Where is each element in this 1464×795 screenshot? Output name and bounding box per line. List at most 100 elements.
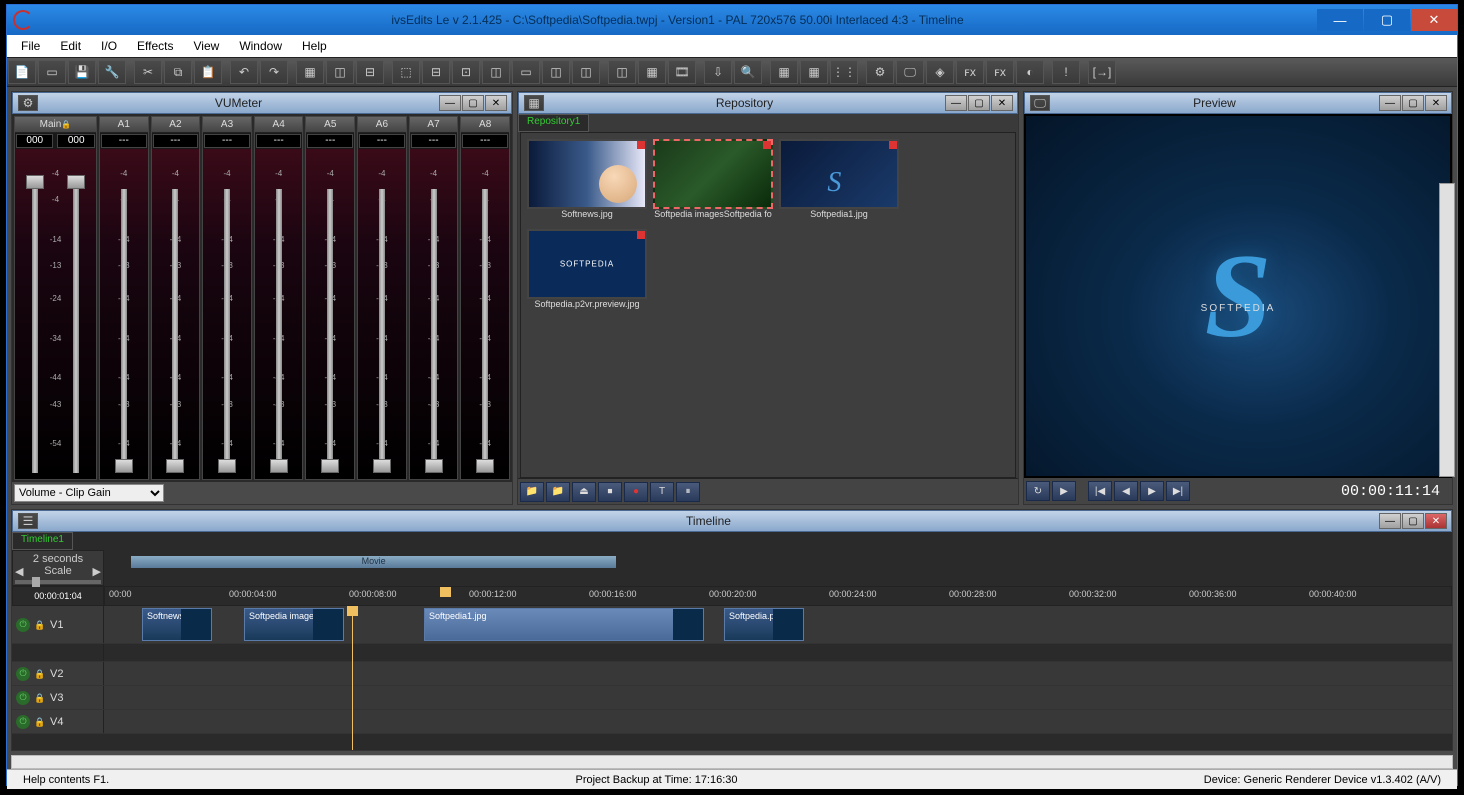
tool-icon[interactable]: ⊟ xyxy=(422,60,450,84)
vu-channel[interactable]: A3----4-4-14-13-24-34-44-43-54 xyxy=(202,116,252,480)
menu-file[interactable]: File xyxy=(11,37,50,55)
tool-icon[interactable]: ◫ xyxy=(542,60,570,84)
timeline-scale-control[interactable]: 2 seconds ◀Scale▶ xyxy=(12,550,104,586)
vu-channel[interactable]: A1----4-4-14-13-24-34-44-43-54 xyxy=(99,116,149,480)
play-icon[interactable]: ▶ xyxy=(1052,481,1076,501)
repo-thumb[interactable]: Softpedia imagesSoftpedia fo xyxy=(653,139,773,223)
panel-min-button[interactable]: — xyxy=(945,95,967,111)
menu-window[interactable]: Window xyxy=(229,37,292,55)
panel-max-button[interactable]: ▢ xyxy=(1402,513,1424,529)
film-icon[interactable]: 🎞 xyxy=(668,60,696,84)
tool-icon[interactable]: ▦ xyxy=(638,60,666,84)
vu-channel[interactable]: A5----4-4-14-13-24-34-44-43-54 xyxy=(305,116,355,480)
vu-channel[interactable]: A8----4-4-14-13-24-34-44-43-54 xyxy=(460,116,510,480)
menu-help[interactable]: Help xyxy=(292,37,337,55)
panel-close-button[interactable]: ✕ xyxy=(485,95,507,111)
timeline-menu-icon[interactable]: ☰ xyxy=(18,513,38,529)
settings-icon[interactable]: 🔧 xyxy=(98,60,126,84)
track-body[interactable] xyxy=(104,686,1452,709)
undo-icon[interactable]: ↶ xyxy=(230,60,258,84)
repo-thumb[interactable]: SOFTPEDIASoftpedia.p2vr.preview.jpg xyxy=(527,229,647,313)
track-header[interactable]: ⏻🔒V1 xyxy=(12,606,104,643)
panel-close-button[interactable]: ✕ xyxy=(991,95,1013,111)
tool-icon[interactable]: ▦ xyxy=(296,60,324,84)
tool-icon[interactable]: ⊡ xyxy=(452,60,480,84)
repo-pause-icon[interactable]: ⏸ xyxy=(676,482,700,502)
panel-close-button[interactable]: ✕ xyxy=(1425,95,1447,111)
grid-icon[interactable]: ▦ xyxy=(800,60,828,84)
timeline-clip[interactable]: Softpedia1.jpg xyxy=(424,608,704,641)
export-icon[interactable]: [→] xyxy=(1088,60,1116,84)
grid-icon[interactable]: ▦ xyxy=(770,60,798,84)
timeline-tab[interactable]: Timeline1 xyxy=(12,532,73,550)
panel-min-button[interactable]: — xyxy=(439,95,461,111)
track-header[interactable]: ⏻🔒V4 xyxy=(12,710,104,733)
first-icon[interactable]: |◀ xyxy=(1088,481,1112,501)
repo-thumb[interactable]: Softnews.jpg xyxy=(527,139,647,223)
repo-record-icon[interactable]: ● xyxy=(624,482,648,502)
info-icon[interactable]: ! xyxy=(1052,60,1080,84)
fx-icon[interactable]: ꜰx xyxy=(986,60,1014,84)
tool-icon[interactable]: ◫ xyxy=(482,60,510,84)
repo-title-icon[interactable]: T xyxy=(650,482,674,502)
next-icon[interactable]: ▶ xyxy=(1140,481,1164,501)
repo-import-icon[interactable]: 📁 xyxy=(546,482,570,502)
save-icon[interactable]: 💾 xyxy=(68,60,96,84)
timeline-clip[interactable]: Softpedia.p2vr.pr xyxy=(724,608,804,641)
tool-icon[interactable]: ◫ xyxy=(326,60,354,84)
panel-min-button[interactable]: — xyxy=(1379,95,1401,111)
minimize-button[interactable]: — xyxy=(1317,9,1363,31)
last-icon[interactable]: ▶| xyxy=(1166,481,1190,501)
track-header[interactable]: ⏻🔒V3 xyxy=(12,686,104,709)
loop-icon[interactable]: ↻ xyxy=(1026,481,1050,501)
track-body[interactable]: Softnews.jpg Softpedia imagesS Softpedia1.… xyxy=(104,606,1452,643)
tool-icon[interactable]: ⊟ xyxy=(356,60,384,84)
close-button[interactable]: ✕ xyxy=(1411,9,1457,31)
timeline-clip[interactable]: Softpedia imagesS xyxy=(244,608,344,641)
copy-icon[interactable]: ⧉ xyxy=(164,60,192,84)
monitor-icon[interactable]: 🖵 xyxy=(896,60,924,84)
fx-icon[interactable]: ◈ xyxy=(926,60,954,84)
new-icon[interactable]: 📄 xyxy=(8,60,36,84)
vu-mode-select[interactable]: Volume - Clip Gain xyxy=(14,484,164,502)
menu-effects[interactable]: Effects xyxy=(127,37,183,55)
repo-tab[interactable]: Repository1 xyxy=(518,114,589,132)
menu-edit[interactable]: Edit xyxy=(50,37,91,55)
timeline-ruler[interactable]: 00:0000:00:04:0000:00:08:0000:00:12:0000… xyxy=(104,586,1452,606)
tool-icon[interactable]: ◫ xyxy=(572,60,600,84)
preview-monitor-icon[interactable]: 🖵 xyxy=(1030,95,1050,111)
panel-max-button[interactable]: ▢ xyxy=(1402,95,1424,111)
repo-import-icon[interactable]: 📁 xyxy=(520,482,544,502)
snap-icon[interactable]: ⬚ xyxy=(392,60,420,84)
vu-channel[interactable]: Main 🔒000000-4-4-14-13-24-34-44-43-54 xyxy=(14,116,97,480)
color-icon[interactable]: ◐ xyxy=(1016,60,1044,84)
vu-channel[interactable]: A4----4-4-14-13-24-34-44-43-54 xyxy=(254,116,304,480)
paste-icon[interactable]: 📋 xyxy=(194,60,222,84)
grid-icon[interactable]: ⋮⋮ xyxy=(830,60,858,84)
search-icon[interactable]: 🔍 xyxy=(734,60,762,84)
fx-icon[interactable]: ꜰx xyxy=(956,60,984,84)
panel-max-button[interactable]: ▢ xyxy=(462,95,484,111)
maximize-button[interactable]: ▢ xyxy=(1364,9,1410,31)
repo-eject-icon[interactable]: ⏏ xyxy=(572,482,596,502)
menu-io[interactable]: I/O xyxy=(91,37,127,55)
vu-channel[interactable]: A7----4-4-14-13-24-34-44-43-54 xyxy=(409,116,459,480)
repo-stop-icon[interactable]: ⏹ xyxy=(598,482,622,502)
timeline-clip[interactable]: Softnews.jpg xyxy=(142,608,212,641)
panel-max-button[interactable]: ▢ xyxy=(968,95,990,111)
tool-icon[interactable]: ▭ xyxy=(512,60,540,84)
repo-thumb[interactable]: SSoftpedia1.jpg xyxy=(779,139,899,223)
timeline-overview[interactable]: Movie xyxy=(104,550,1452,586)
vumeter-config-icon[interactable]: ⚙ xyxy=(18,95,38,111)
prev-icon[interactable]: ◀ xyxy=(1114,481,1138,501)
panel-min-button[interactable]: — xyxy=(1379,513,1401,529)
track-header[interactable]: ⏻🔒V2 xyxy=(12,662,104,685)
vu-channel[interactable]: A2----4-4-14-13-24-34-44-43-54 xyxy=(151,116,201,480)
repo-grid-icon[interactable]: ▦ xyxy=(524,95,544,111)
cut-icon[interactable]: ✂ xyxy=(134,60,162,84)
horizontal-scrollbar[interactable] xyxy=(11,755,1453,769)
vu-channel[interactable]: A6----4-4-14-13-24-34-44-43-54 xyxy=(357,116,407,480)
tool-icon[interactable]: ◫ xyxy=(608,60,636,84)
menu-view[interactable]: View xyxy=(184,37,230,55)
track-body[interactable] xyxy=(104,710,1452,733)
